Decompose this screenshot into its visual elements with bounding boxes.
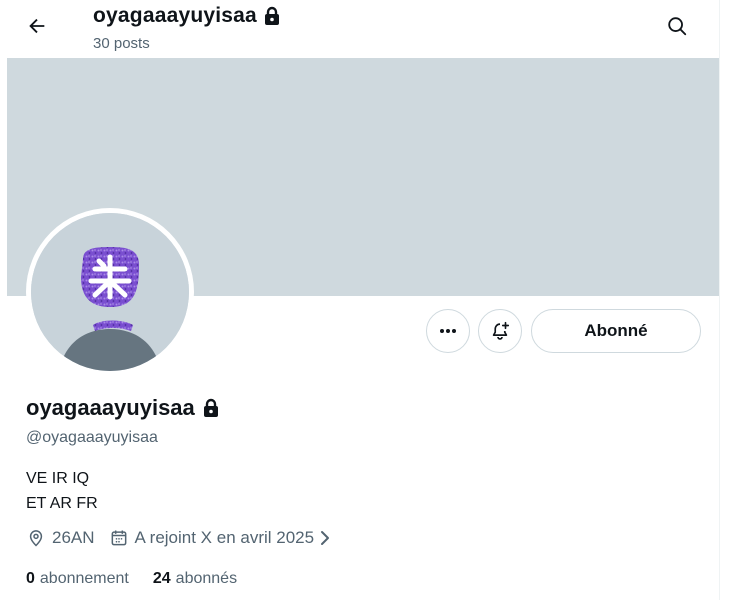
follow-stats: 0 abonnement 24 abonnés: [26, 570, 237, 588]
calendar-icon: [109, 528, 129, 548]
header-title: oyagaaayuyisaa: [93, 4, 281, 28]
chevron-right-icon: [318, 529, 332, 547]
notify-button[interactable]: [478, 309, 522, 353]
join-date[interactable]: A rejoint X en avril 2025: [109, 528, 333, 548]
back-button[interactable]: [19, 8, 55, 44]
profile-page: oyagaaayuyisaa 30 posts Abonné oyagaaayu…: [7, 0, 719, 600]
bell-plus-icon: [489, 320, 511, 342]
column-divider: [719, 0, 720, 600]
more-button[interactable]: [426, 309, 470, 353]
following-count: 0: [26, 570, 35, 587]
display-name: oyagaaayuyisaa: [26, 395, 220, 421]
search-icon: [666, 15, 688, 37]
profile-header: oyagaaayuyisaa 30 posts: [7, 0, 719, 58]
followers-count: 24: [152, 570, 171, 587]
following-button[interactable]: Abonné: [531, 309, 701, 353]
location: 26AN: [26, 528, 95, 548]
bio: VE IR IQ ET AR FR: [26, 466, 98, 516]
lock-icon: [202, 398, 220, 418]
user-handle: @oyagaaayuyisaa: [26, 429, 158, 446]
search-button[interactable]: [659, 8, 695, 44]
more-icon: [438, 321, 458, 341]
bio-line: ET AR FR: [26, 495, 98, 512]
post-count: 30 posts: [93, 35, 150, 52]
avatar-border: [26, 208, 194, 376]
following-label: abonnement: [39, 570, 129, 587]
following-link[interactable]: 0 abonnement: [26, 570, 129, 588]
bio-line: VE IR IQ: [26, 470, 90, 487]
lock-icon: [263, 6, 281, 26]
map-pin-icon: [26, 528, 46, 548]
avatar[interactable]: [31, 213, 189, 371]
profile-meta: 26AN A rejoint X en avril 2025: [26, 528, 332, 548]
display-name-text: oyagaaayuyisaa: [26, 395, 195, 420]
followers-link[interactable]: 24 abonnés: [153, 570, 237, 588]
arrow-left-icon: [26, 15, 48, 37]
followers-label: abonnés: [175, 570, 238, 587]
join-date-text: A rejoint X en avril 2025: [134, 528, 315, 547]
header-name-text: oyagaaayuyisaa: [93, 4, 257, 27]
location-text: 26AN: [52, 528, 95, 547]
